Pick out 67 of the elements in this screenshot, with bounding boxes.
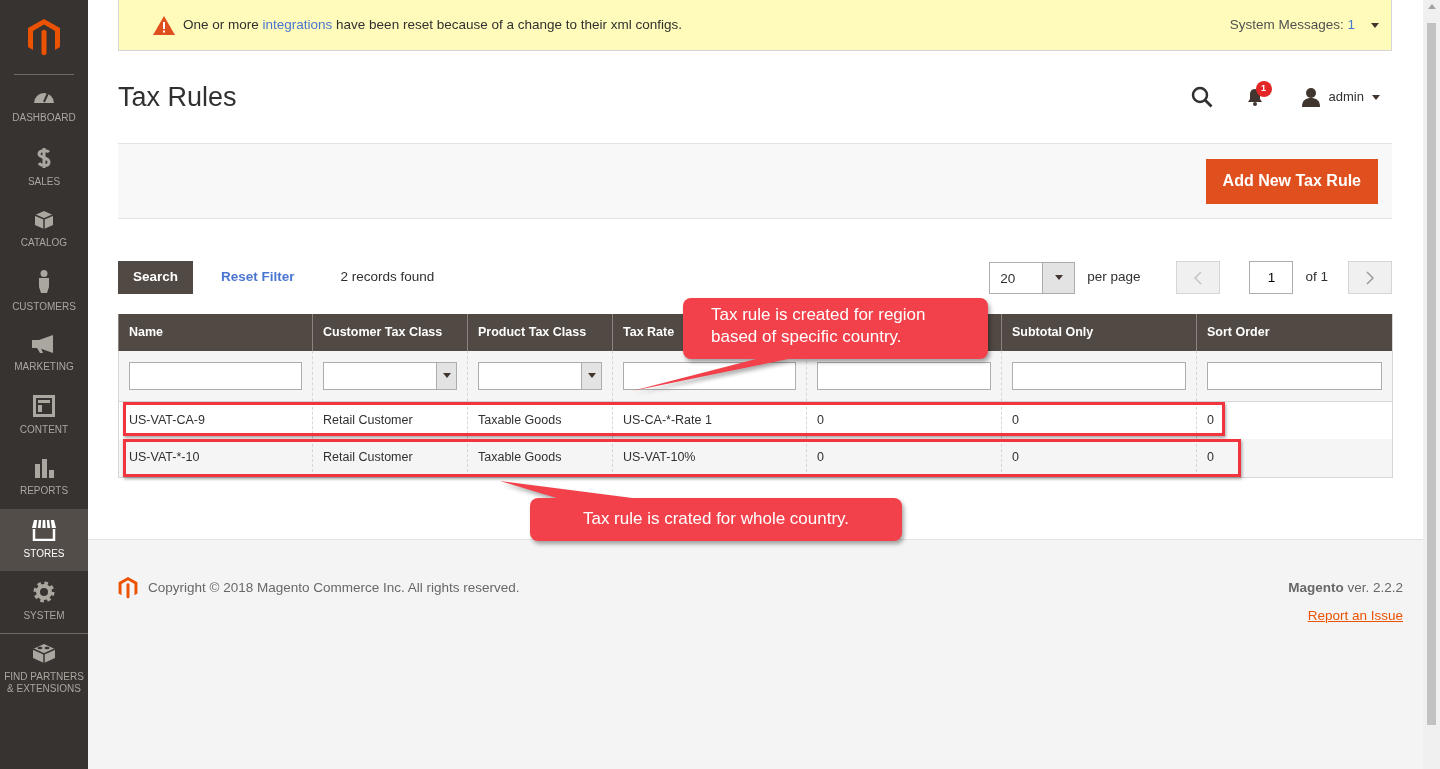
table-cell: 0 [817,412,824,427]
column-header[interactable]: Subtotal Only [1012,325,1094,340]
integrations-link[interactable]: integrations [262,16,333,32]
chevron-left-icon [1194,270,1203,285]
page-count: of 1 [1305,268,1328,287]
sidebar-item[interactable]: SYSTEM [0,571,88,633]
copyright-text: Copyright © 2018 Magento Commerce Inc. All rights reserved. [148,578,520,597]
per-page-label: per page [1087,268,1141,287]
sidebar-item[interactable]: STORES [0,509,88,571]
column-header[interactable]: Tax Rate [623,325,675,340]
search-icon[interactable] [1190,86,1213,108]
table-cell: 0 [1012,412,1019,427]
table-cell: Taxable Goods [478,412,562,427]
sidebar-item[interactable]: CUSTOMERS [0,261,88,323]
table-cell: 0 [1012,450,1019,465]
records-count: 2 records found [340,268,435,287]
sidebar-item[interactable]: SALES [0,137,88,199]
search-button[interactable]: Search [118,261,194,294]
chevron-right-icon [1366,270,1374,285]
magento-logo[interactable] [27,18,61,56]
table-cell: 0 [817,450,824,465]
notification-count: 1 [1255,81,1272,97]
filter-input[interactable] [1012,361,1186,390]
filter-input[interactable] [817,361,991,390]
table-cell: Taxable Goods [478,450,562,465]
magento-logo[interactable] [118,575,138,599]
table-cell: US-VAT-CA-9 [129,412,205,427]
table-cell: 0 [1207,450,1214,465]
table-cell: US-CA-*-Rate 1 [623,412,712,427]
filter-select[interactable] [323,361,457,390]
sidebar-item[interactable]: DASHBOARD [0,75,88,137]
system-message-text: One or more integrations have been reset because of a change to their xml configs. [183,15,683,34]
table-cell: Retail Customer [323,450,413,465]
next-page-button[interactable] [1348,261,1392,294]
caret-icon [587,373,596,379]
sidebar-item[interactable]: MARKETING [0,323,88,385]
previous-page-button[interactable] [1176,261,1221,294]
table-cell: US-VAT-*-10 [129,450,200,465]
page-input[interactable]: 1 [1249,261,1294,294]
report-issue-link[interactable]: Report an Issue [1307,605,1403,626]
filter-input[interactable] [1207,361,1382,390]
callout-text: Tax rule is crated for whole country. [581,508,851,530]
filter-input[interactable] [129,361,302,390]
table-cell: Retail Customer [323,412,413,427]
caret-icon [442,373,451,379]
page-title: Tax Rules [118,80,237,114]
filter-input[interactable] [623,361,796,390]
scrollbar[interactable] [1423,0,1440,769]
sidebar-item[interactable]: CATALOG [0,199,88,261]
sidebar-item[interactable]: CONTENT [0,385,88,447]
add-new-tax-rule-button[interactable]: Add New Tax Rule [1205,158,1378,204]
system-messages-label[interactable]: System Messages: 1 [1229,14,1355,36]
caret-icon [1054,275,1063,280]
table-cell: US-VAT-10% [623,450,696,465]
callout-text: Tax rule is created for region based of specific country. [710,304,927,348]
reset-filter-link[interactable]: Reset Filter [221,267,295,288]
column-header[interactable]: Name [129,325,164,340]
per-page-select[interactable]: 20 [989,261,1076,294]
table-cell: 0 [1207,412,1214,427]
user-icon [1300,87,1321,107]
caret-icon[interactable] [1371,22,1379,28]
user-menu[interactable]: admin [1300,87,1380,107]
warning-icon [153,15,175,35]
column-header[interactable]: Sort Order [1207,325,1270,340]
filter-select[interactable] [478,361,602,390]
sidebar-item[interactable]: REPORTS [0,447,88,509]
version-text: Magento ver. 2.2.2 [1288,578,1403,597]
